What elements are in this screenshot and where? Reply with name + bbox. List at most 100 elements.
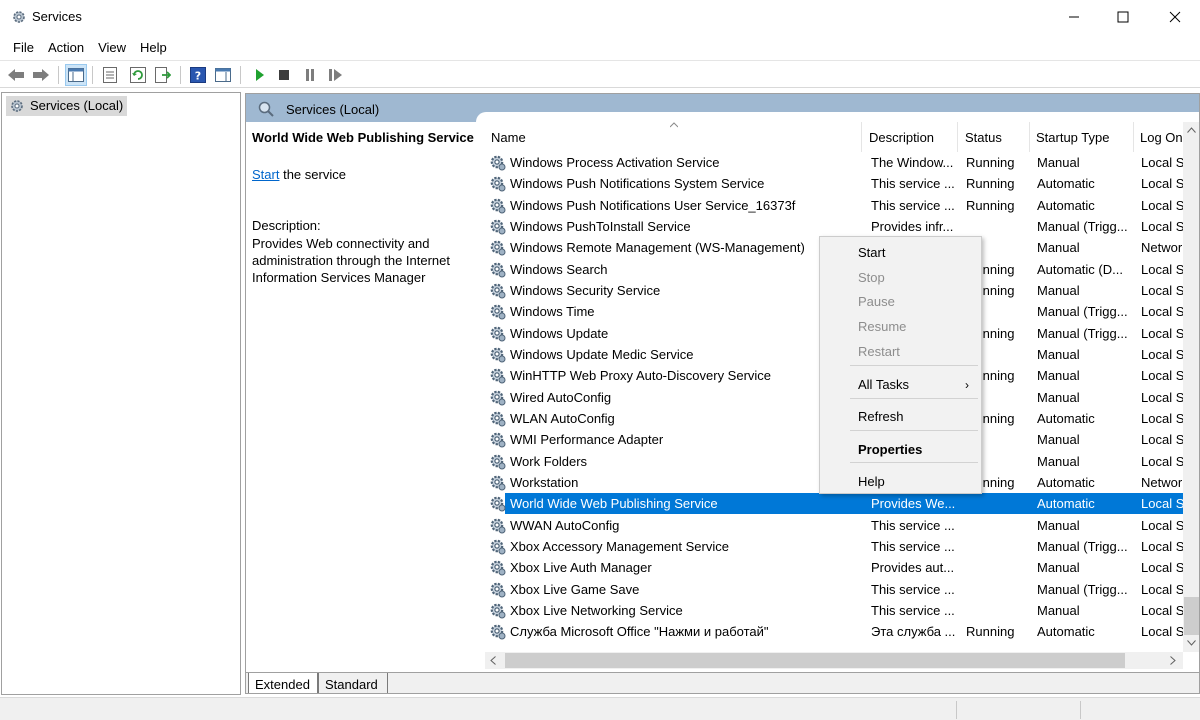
service-name: Windows PushToInstall Service — [510, 218, 691, 234]
horizontal-scrollbar[interactable] — [485, 652, 1183, 669]
service-status: Running — [966, 155, 1015, 170]
service-row[interactable]: Windows Process Activation Service The Wi… — [485, 152, 1183, 173]
service-description: Эта служба ... — [871, 624, 956, 640]
context-menu: Start Stop Pause Resume Restart All Tasks › Ref… — [819, 236, 982, 494]
service-startup-type: Manual — [1037, 432, 1080, 448]
show-hide-console-tree-icon[interactable] — [65, 64, 87, 86]
close-button[interactable] — [1152, 0, 1198, 34]
tab-standard[interactable]: Standard — [318, 673, 388, 693]
menu-view[interactable]: View — [91, 36, 133, 60]
service-name: Work Folders — [510, 453, 588, 469]
show-hide-action-pane-icon[interactable] — [212, 64, 234, 86]
service-row[interactable]: Windows PushToInstall Service Provides in… — [485, 216, 1183, 237]
service-gear-icon — [489, 581, 507, 599]
service-log-on-as: Local System — [1141, 581, 1183, 597]
menu-help[interactable]: Help — [133, 36, 174, 60]
context-menu-label: Help — [858, 474, 885, 489]
service-row[interactable]: WWAN AutoConfig This service ... Manual Loc… — [485, 515, 1183, 536]
service-row[interactable]: Служба Microsoft Office "Нажми и работай… — [485, 621, 1183, 642]
window-title: Services — [32, 9, 82, 24]
service-row[interactable]: Windows Push Notifications System Servic… — [485, 173, 1183, 194]
column-header-label: Name — [491, 130, 526, 145]
context-menu-item-start[interactable]: Start — [820, 241, 981, 263]
start-service-icon[interactable] — [249, 64, 271, 86]
service-log-on-as: Local System — [1141, 602, 1183, 618]
vertical-scroll-thumb[interactable] — [1184, 597, 1199, 635]
services-panel: Services (Local) World Wide Web Publishi… — [245, 93, 1200, 694]
service-startup-type: Manual (Trigg... — [1037, 581, 1128, 597]
service-gear-icon — [489, 154, 507, 172]
service-description: Provides aut... — [871, 560, 955, 576]
service-startup-type: Manual — [1037, 240, 1080, 256]
column-header-name[interactable]: Name — [485, 122, 862, 152]
context-menu-item-properties[interactable]: Properties — [820, 438, 981, 460]
refresh-icon[interactable] — [127, 64, 149, 86]
service-startup-type: Automatic — [1037, 410, 1095, 426]
maximize-button[interactable] — [1100, 0, 1146, 34]
service-log-on-as: Local System — [1141, 538, 1183, 554]
properties-icon[interactable] — [99, 64, 121, 86]
column-header-label: Status — [965, 130, 1002, 145]
service-log-on-as: Local System — [1141, 624, 1183, 640]
service-row[interactable]: Xbox Accessory Management Service This se… — [485, 536, 1183, 557]
service-row[interactable]: Xbox Live Auth Manager Provides aut... Man… — [485, 557, 1183, 578]
help-icon[interactable]: ? — [187, 64, 209, 86]
status-separator — [956, 701, 957, 719]
svg-text:?: ? — [195, 70, 201, 83]
vertical-scrollbar[interactable] — [1183, 122, 1199, 652]
context-menu-label: Pause — [858, 294, 895, 309]
service-name: WLAN AutoConfig — [510, 410, 615, 426]
scroll-up-icon[interactable] — [1187, 127, 1196, 133]
service-log-on-as: Local System — [1141, 560, 1183, 576]
service-name: Windows Push Notifications System Servic… — [510, 176, 765, 192]
context-menu-item-stop: Stop — [820, 266, 981, 288]
pause-service-icon[interactable] — [299, 64, 321, 86]
service-startup-type: Automatic (D... — [1037, 261, 1123, 277]
service-row[interactable]: Xbox Live Game Save This service ... Manua… — [485, 579, 1183, 600]
scroll-left-icon[interactable] — [490, 656, 496, 665]
console-tree[interactable]: Services (Local) — [1, 92, 241, 695]
service-name: Windows Push Notifications User Service_… — [510, 197, 796, 213]
column-header-label: Description — [869, 130, 935, 145]
context-menu-item-refresh[interactable]: Refresh — [820, 405, 981, 427]
export-list-icon[interactable] — [152, 64, 174, 86]
context-menu-separator — [850, 430, 978, 431]
context-menu-label: All Tasks — [858, 377, 910, 392]
tree-node-services-local[interactable]: Services (Local) — [6, 96, 128, 117]
toolbar-separator — [180, 66, 181, 84]
services-gear-icon — [9, 98, 25, 117]
back-arrow-icon[interactable] — [5, 64, 27, 86]
column-header-status[interactable]: Status — [959, 122, 1030, 152]
service-status: Running — [966, 624, 1015, 640]
service-row[interactable]: World Wide Web Publishing Service Provide… — [485, 493, 1183, 515]
resume-service-icon[interactable] — [325, 64, 347, 86]
service-name: WinHTTP Web Proxy Auto-Discovery Service — [510, 368, 772, 384]
horizontal-scroll-thumb[interactable] — [505, 653, 1125, 668]
forward-arrow-icon[interactable] — [30, 64, 52, 86]
service-name: WWAN AutoConfig — [510, 517, 620, 533]
service-gear-icon — [489, 602, 507, 620]
minimize-button[interactable] — [1051, 0, 1097, 34]
stop-service-icon[interactable] — [273, 64, 295, 86]
tab-extended[interactable]: Extended — [248, 673, 318, 693]
context-menu-item-resume: Resume — [820, 315, 981, 337]
service-row[interactable]: Xbox Live Networking Service This service… — [485, 600, 1183, 621]
status-separator — [1080, 701, 1081, 719]
context-menu-item-help[interactable]: Help — [820, 470, 981, 492]
selected-service-title: World Wide Web Publishing Service — [252, 130, 474, 145]
context-menu-label: Stop — [858, 270, 885, 285]
column-header-description[interactable]: Description — [863, 122, 958, 152]
service-status: Running — [966, 176, 1015, 192]
context-menu-item-all-tasks[interactable]: All Tasks › — [820, 373, 981, 395]
service-log-on-as: Local System — [1141, 517, 1183, 533]
service-row[interactable]: Windows Push Notifications User Service_… — [485, 195, 1183, 216]
scroll-right-icon[interactable] — [1170, 656, 1176, 665]
start-service-link[interactable]: Start — [252, 167, 279, 182]
menu-action[interactable]: Action — [41, 36, 91, 60]
service-startup-type: Manual (Trigg... — [1037, 538, 1128, 554]
column-header-log-on-as[interactable]: Log On As — [1134, 122, 1183, 152]
service-log-on-as: Local Service — [1141, 304, 1183, 320]
menu-file[interactable]: File — [6, 36, 41, 60]
column-header-startup-type[interactable]: Startup Type — [1030, 122, 1134, 152]
scroll-down-icon[interactable] — [1187, 640, 1196, 646]
